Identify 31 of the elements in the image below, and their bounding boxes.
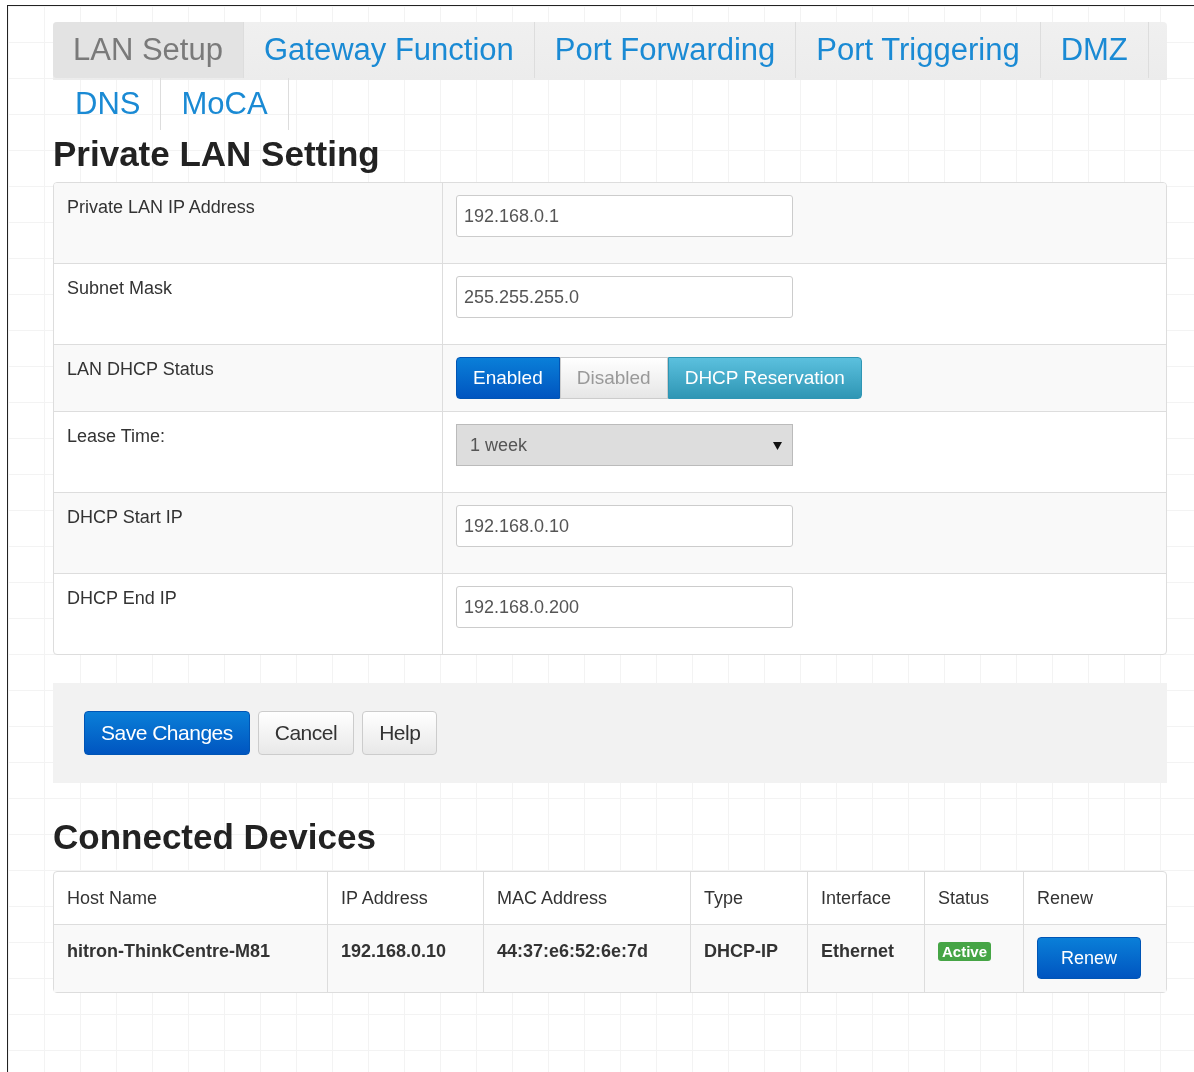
table-cell: 44:37:e6:52:6e:7d: [483, 924, 690, 992]
input-field[interactable]: 192.168.0.10: [456, 505, 793, 547]
action-button[interactable]: Save Changes: [84, 711, 250, 755]
field-label: DHCP Start IP: [54, 493, 443, 573]
tab[interactable]: Port Triggering: [796, 22, 1041, 78]
tab[interactable]: Gateway Function: [243, 22, 535, 78]
tab[interactable]: LAN Setup: [53, 22, 244, 78]
table-cell: hitron-ThinkCentre-M81: [54, 924, 327, 992]
toggle-option[interactable]: Enabled: [456, 357, 560, 399]
table-cell: Ethernet: [807, 924, 924, 992]
dropdown-caret-icon: [773, 440, 782, 450]
tab[interactable]: DNS: [53, 78, 162, 130]
table-cell: 192.168.0.10: [327, 924, 483, 992]
section-title: Private LAN Setting: [53, 134, 381, 174]
tab[interactable]: MoCA: [161, 78, 289, 130]
action-button[interactable]: Help: [362, 711, 438, 755]
lease-time-dropdown[interactable]: 1 week: [456, 424, 793, 466]
field-label: DHCP End IP: [54, 574, 443, 654]
field-label: LAN DHCP Status: [54, 345, 443, 411]
status-badge: Active: [938, 942, 992, 961]
field-label: Private LAN IP Address: [54, 183, 443, 263]
tab[interactable]: DMZ: [1040, 22, 1149, 78]
action-button[interactable]: Cancel: [257, 711, 355, 755]
input-field[interactable]: 192.168.0.200: [456, 586, 793, 628]
renew-button[interactable]: Renew: [1037, 937, 1142, 979]
input-field[interactable]: 255.255.255.0: [456, 276, 793, 318]
column-header: Host Name: [66, 886, 159, 910]
tab[interactable]: Port Forwarding: [534, 22, 797, 78]
input-field[interactable]: 192.168.0.1: [456, 195, 793, 237]
section-title: Connected Devices: [53, 817, 377, 857]
table-cell: DHCP-IP: [690, 924, 807, 992]
